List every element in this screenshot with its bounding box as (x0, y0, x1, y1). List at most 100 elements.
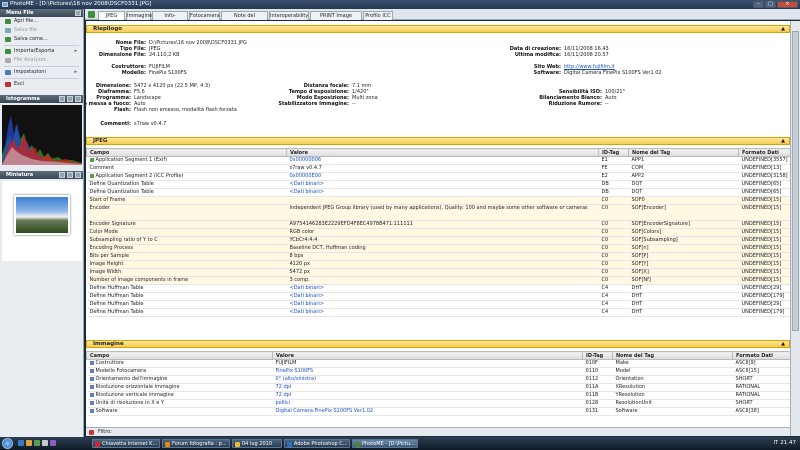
table-row[interactable]: Unità di risoluzione in X e Y pollici 0128… (86, 399, 790, 408)
jpeg-header[interactable]: JPEG ▲ (86, 137, 790, 145)
histogram-mode-icon[interactable] (59, 96, 65, 102)
table-row[interactable]: Risoluzione orizzontale immagine 72 dpi 01… (86, 383, 790, 392)
quicklaunch-app-icon[interactable] (50, 440, 56, 446)
quicklaunch-ie-icon[interactable] (18, 440, 24, 446)
table-row[interactable]: Application Segment 1 (Exif) 0x00000006 E1… (86, 156, 790, 165)
table-row[interactable]: Define Huffman Table <Dati binari> C4 DHT UN… (86, 284, 790, 293)
thumbnail-image[interactable] (14, 195, 70, 235)
back-icon[interactable] (88, 11, 95, 18)
tab-7[interactable]: Profilo ICC (363, 11, 393, 20)
exit-icon (5, 82, 11, 87)
tab-0[interactable]: JPEG (98, 11, 125, 20)
tab-6[interactable]: PRINT Image Matching (310, 11, 362, 27)
value-cell[interactable]: FinePix S100FS (272, 367, 583, 376)
summary-value-modello: FinePix S100FS (149, 70, 187, 76)
quicklaunch-desktop-icon[interactable] (42, 440, 48, 446)
table-row[interactable]: Define Huffman Table <Dati binari> C4 DHT UN… (86, 300, 790, 309)
value-cell[interactable]: Digital Camera FinePix S100FS Ver1.02 (272, 407, 583, 416)
table-row[interactable]: Define Quantization Table <Dati binari> DB… (86, 180, 790, 189)
collapse-icon[interactable]: ▲ (781, 341, 785, 348)
table-row[interactable]: Subsampling ratio of Y to C YCbCr4:4:4 C0 S… (86, 236, 790, 245)
taskbar-button[interactable]: Adobe Photoshop C... (284, 439, 350, 448)
table-row[interactable]: Encoder Independent JPEG Group library (u… (86, 204, 790, 221)
value-cell[interactable]: pollici (272, 399, 583, 408)
value-cell[interactable]: 0° (alto/sinistra) (272, 375, 583, 384)
immagine-header[interactable]: Immagine ▲ (86, 340, 790, 348)
table-row[interactable]: Orientamento dell'immagine 0° (alto/sinis… (86, 375, 790, 384)
table-row[interactable]: Comment s7raw v0.4.7 FE COM UNDEFINED[13] (86, 164, 790, 173)
maximize-button[interactable]: □ (765, 1, 776, 8)
collapse-icon[interactable]: ▲ (781, 26, 785, 33)
language-indicator[interactable]: IT (773, 439, 778, 448)
value-cell[interactable]: 72 dpi (272, 391, 583, 400)
table-row[interactable]: Number of image components in frame 3 com… (86, 276, 790, 285)
quicklaunch-media-icon[interactable] (34, 440, 40, 446)
column-header[interactable]: Formato Dati (738, 148, 790, 157)
thumbnail-zoom-icon[interactable] (59, 172, 65, 178)
scrollbar-thumb[interactable] (792, 31, 799, 331)
table-row[interactable]: Costruttore FUJIFILM 010F Make ASCII[9] (86, 359, 790, 368)
column-header[interactable]: Campo (86, 351, 273, 360)
table-row[interactable]: Modello Fotocamera FinePix S100FS 0110 Mode… (86, 367, 790, 376)
menu-item[interactable]: Salva come... (0, 35, 83, 44)
table-row[interactable]: Define Huffman Table <Dati binari> C4 DHT UN… (86, 308, 790, 317)
table-row[interactable]: Risoluzione verticale immagine 72 dpi 011B… (86, 391, 790, 400)
menu-item[interactable]: Salva file (0, 26, 83, 35)
table-row[interactable]: Image Width 5472 px C0 SOF[X] UNDEFINED[15] (86, 268, 790, 277)
minimize-button[interactable]: – (753, 1, 764, 8)
collapse-icon[interactable]: ▲ (781, 138, 785, 145)
tab-3[interactable]: Fotocamera (189, 11, 220, 20)
table-row[interactable]: Start of Frame C0 SOF0 UNDEFINED[15] (86, 196, 790, 205)
table-row[interactable]: Define Huffman Table <Dati binari> C4 DHT UN… (86, 292, 790, 301)
close-button[interactable]: × (777, 1, 798, 8)
taskbar-button[interactable]: Chiavetta Internet K... (92, 439, 160, 448)
table-row[interactable]: Image Height 4120 px C0 SOF[Y] UNDEFINED[15] (86, 260, 790, 269)
menu-item[interactable]: Apri file... (0, 17, 83, 26)
table-row[interactable]: Encoding Process Baseline DCT, Huffman co… (86, 244, 790, 253)
collapse-icon[interactable] (75, 10, 81, 16)
histogram-options-icon[interactable] (67, 96, 73, 102)
table-row[interactable]: Color Mode RGB color C0 SOF[Colors] UNDEFINE… (86, 228, 790, 237)
menu-item[interactable]: Importa/Esporta ▸ (0, 47, 83, 56)
value-cell[interactable]: <Dati binari> (286, 180, 599, 189)
tab-2[interactable]: Info-Miniatura (152, 11, 188, 27)
value-cell[interactable]: <Dati binari> (286, 300, 599, 309)
column-header[interactable]: Campo (86, 148, 287, 157)
collapse-icon[interactable] (75, 96, 81, 102)
thumbnail-options-icon[interactable] (67, 172, 73, 178)
taskbar-button[interactable]: 04 lug 2010 (232, 439, 282, 448)
vertical-scrollbar[interactable] (790, 21, 800, 436)
tab-5[interactable]: Interoperability (269, 11, 309, 20)
table-row[interactable]: Encoder Signature A9754146283E2229EFD4F8E… (86, 220, 790, 229)
column-header[interactable]: Valore (272, 351, 583, 360)
riepilogo-header[interactable]: Riepilogo ▲ (86, 25, 790, 33)
taskbar-button[interactable]: PhotoME - [D:\Pictu... (352, 439, 418, 448)
taskbar-button[interactable]: Forum fotografia : p... (162, 439, 230, 448)
column-header[interactable]: Valore (286, 148, 599, 157)
value-cell[interactable]: 0x00000E00 (286, 172, 599, 181)
clear-filter-icon[interactable] (89, 430, 94, 435)
start-button[interactable] (2, 438, 13, 449)
value-cell[interactable]: <Dati binari> (286, 284, 599, 293)
column-header[interactable]: ID-Tag (598, 148, 629, 157)
value-cell[interactable]: <Dati binari> (286, 308, 599, 317)
column-header[interactable]: Formato Dati (732, 351, 790, 360)
value-cell[interactable]: 72 dpi (272, 383, 583, 392)
table-row[interactable]: Application Segment 2 (ICC Profile) 0x000… (86, 172, 790, 181)
value-cell[interactable]: 0x00000006 (286, 156, 599, 165)
menu-item[interactable]: File Analyzer... (0, 56, 83, 65)
table-row[interactable]: Software Digital Camera FinePix S100FS Ve… (86, 407, 790, 416)
column-header[interactable]: ID-Tag (582, 351, 613, 360)
tab-4[interactable]: Note del Costruttore (221, 11, 268, 27)
menu-item[interactable]: Impostazioni ▸ (0, 68, 83, 77)
value-cell[interactable]: <Dati binari> (286, 292, 599, 301)
collapse-icon[interactable] (75, 172, 81, 178)
column-header[interactable]: Nome del Tag (612, 351, 733, 360)
quicklaunch-folder-icon[interactable] (26, 440, 32, 446)
value-cell[interactable]: <Dati binari> (286, 188, 599, 197)
table-row[interactable]: Bits per Sample 8 bps C0 SOF[P] UNDEFINED[15… (86, 252, 790, 261)
tab-1[interactable]: Immagine (126, 11, 152, 20)
table-row[interactable]: Define Quantization Table <Dati binari> DB… (86, 188, 790, 197)
menu-item[interactable]: Esci (0, 80, 83, 89)
column-header[interactable]: Nome del Tag (628, 148, 739, 157)
